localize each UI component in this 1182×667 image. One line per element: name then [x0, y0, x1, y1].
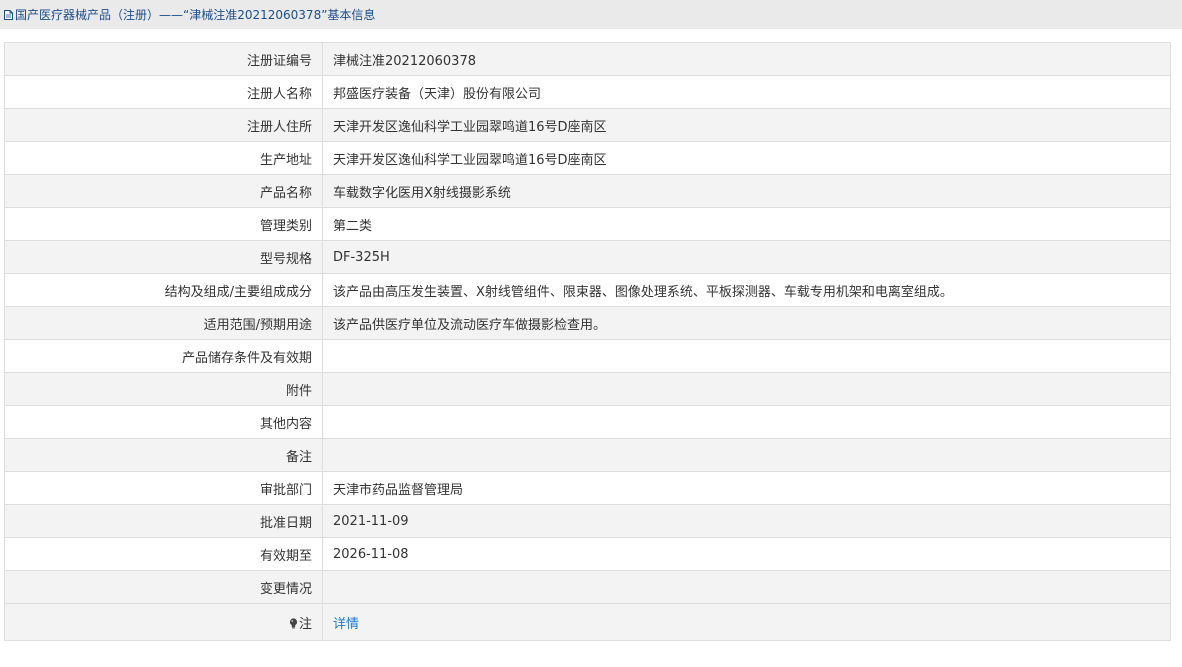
field-value: 该产品由高压发生装置、X射线管组件、限束器、图像处理系统、平板探测器、车载专用机… — [322, 273, 1171, 307]
field-label: 注册人名称 — [4, 75, 323, 109]
info-table: 注册证编号 津械注准20212060378 注册人名称 邦盛医疗装备（天津）股份有限公… — [4, 42, 1171, 641]
field-label: 审批部门 — [4, 471, 323, 505]
table-row: 管理类别 第二类 — [4, 207, 1171, 241]
field-value: 津械注准20212060378 — [322, 42, 1171, 76]
table-row: 结构及组成/主要组成成分 该产品由高压发生装置、X射线管组件、限束器、图像处理系统… — [4, 273, 1171, 307]
field-value: 2021-11-09 — [322, 504, 1171, 538]
field-label: 注册证编号 — [4, 42, 323, 76]
field-label: 产品名称 — [4, 174, 323, 208]
field-value: 天津开发区逸仙科学工业园翠鸣道16号D座南区 — [322, 141, 1171, 175]
field-value: 天津市药品监督管理局 — [322, 471, 1171, 505]
field-value: 邦盛医疗装备（天津）股份有限公司 — [322, 75, 1171, 109]
field-label: 其他内容 — [4, 405, 323, 439]
field-value — [322, 405, 1171, 439]
table-row: 其他内容 — [4, 405, 1171, 439]
document-icon — [4, 9, 13, 20]
field-label: 结构及组成/主要组成成分 — [4, 273, 323, 307]
field-value: 天津开发区逸仙科学工业园翠鸣道16号D座南区 — [322, 108, 1171, 142]
field-label: 有效期至 — [4, 537, 323, 571]
note-value-cell: 详情 — [322, 603, 1171, 641]
table-row: 型号规格 DF-325H — [4, 240, 1171, 274]
table-row: 审批部门 天津市药品监督管理局 — [4, 471, 1171, 505]
detail-link[interactable]: 详情 — [333, 617, 359, 632]
table-row: 注册人住所 天津开发区逸仙科学工业园翠鸣道16号D座南区 — [4, 108, 1171, 142]
field-value — [322, 372, 1171, 406]
lightbulb-icon — [289, 617, 298, 629]
field-value: 该产品供医疗单位及流动医疗车做摄影检查用。 — [322, 306, 1171, 340]
field-value: 第二类 — [322, 207, 1171, 241]
field-label: 适用范围/预期用途 — [4, 306, 323, 340]
field-value — [322, 438, 1171, 472]
field-label: 生产地址 — [4, 141, 323, 175]
table-row: 批准日期 2021-11-09 — [4, 504, 1171, 538]
table-row: 注册证编号 津械注准20212060378 — [4, 42, 1171, 76]
field-label: 型号规格 — [4, 240, 323, 274]
field-label: 变更情况 — [4, 570, 323, 604]
field-value: DF-325H — [322, 240, 1171, 274]
field-label: 批准日期 — [4, 504, 323, 538]
table-row: 备注 — [4, 438, 1171, 472]
table-row: 产品名称 车载数字化医用X射线摄影系统 — [4, 174, 1171, 208]
field-label: 注册人住所 — [4, 108, 323, 142]
field-label: 附件 — [4, 372, 323, 406]
table-row: 适用范围/预期用途 该产品供医疗单位及流动医疗车做摄影检查用。 — [4, 306, 1171, 340]
table-row: 注册人名称 邦盛医疗装备（天津）股份有限公司 — [4, 75, 1171, 109]
table-row: 变更情况 — [4, 570, 1171, 604]
table-row: 生产地址 天津开发区逸仙科学工业园翠鸣道16号D座南区 — [4, 141, 1171, 175]
note-label: 注 — [298, 616, 312, 632]
table-row: 产品储存条件及有效期 — [4, 339, 1171, 373]
page-title: 国产医疗器械产品（注册）——“津械注准20212060378”基本信息 — [15, 8, 376, 22]
note-label-cell: 注 — [4, 603, 323, 641]
table-row: 附件 — [4, 372, 1171, 406]
field-value: 2026-11-08 — [322, 537, 1171, 571]
field-label: 产品储存条件及有效期 — [4, 339, 323, 373]
table-row-note: 注 详情 — [4, 603, 1171, 641]
field-value — [322, 339, 1171, 373]
field-label: 备注 — [4, 438, 323, 472]
table-row: 有效期至 2026-11-08 — [4, 537, 1171, 571]
field-value — [322, 570, 1171, 604]
page-title-bar: 国产医疗器械产品（注册）——“津械注准20212060378”基本信息 — [0, 0, 1182, 29]
field-label: 管理类别 — [4, 207, 323, 241]
field-value: 车载数字化医用X射线摄影系统 — [322, 174, 1171, 208]
